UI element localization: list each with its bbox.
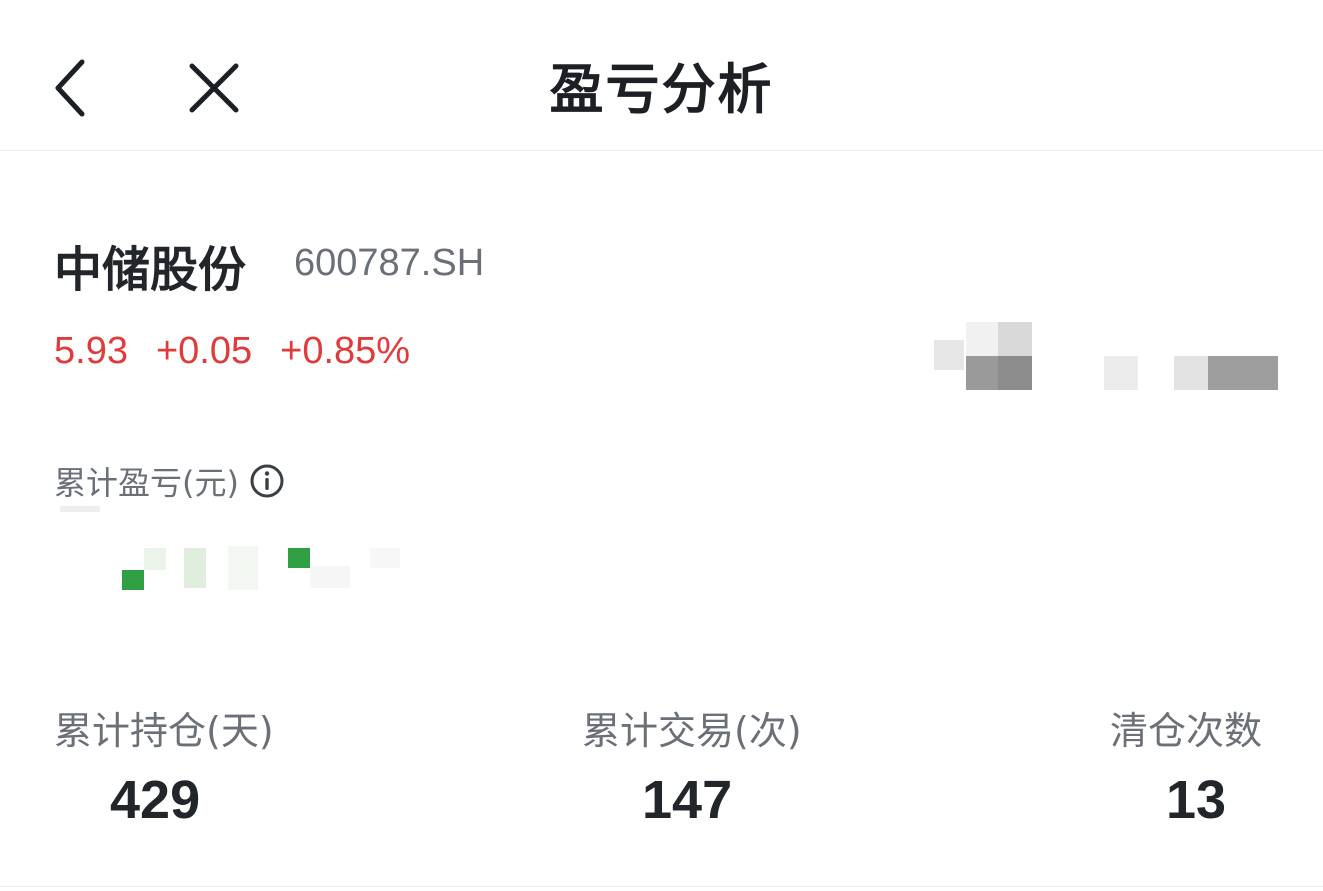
cumulative-pnl-label: 累计盈亏(元): [54, 464, 239, 502]
page-title: 盈亏分析: [549, 58, 774, 121]
stat-clearance-count: 清仓次数 13: [1110, 700, 1262, 831]
current-price: 5.93: [54, 330, 128, 372]
stock-code: 600787.SH: [294, 242, 485, 284]
price-row: 5.93 +0.05 +0.85%: [54, 330, 410, 373]
stat-value: 13: [1166, 770, 1227, 830]
cumulative-pnl-label-row: 累计盈亏(元): [54, 458, 285, 504]
redacted-mosaic-pnl-value: [60, 500, 480, 600]
stat-value: 429: [110, 770, 201, 830]
stock-name: 中储股份: [54, 242, 247, 298]
stat-label: 累计交易(次): [582, 709, 802, 753]
info-icon[interactable]: [249, 463, 285, 499]
stat-holding-days: 累计持仓(天) 429: [54, 700, 274, 831]
profit-loss-analysis-page: 盈亏分析 中储股份 600787.SH 5.93 +0.05 +0.85% 累计…: [0, 0, 1323, 891]
price-change-percent: +0.85%: [280, 330, 411, 372]
divider: [0, 886, 1323, 887]
stat-label: 清仓次数: [1110, 709, 1263, 753]
stat-value: 147: [642, 770, 733, 830]
redacted-mosaic-position-info: [930, 318, 1290, 398]
stat-label: 累计持仓(天): [54, 709, 274, 753]
top-nav-bar: 盈亏分析: [0, 0, 1323, 151]
stat-trade-count: 累计交易(次) 147: [582, 700, 802, 831]
price-change: +0.05: [155, 330, 253, 372]
